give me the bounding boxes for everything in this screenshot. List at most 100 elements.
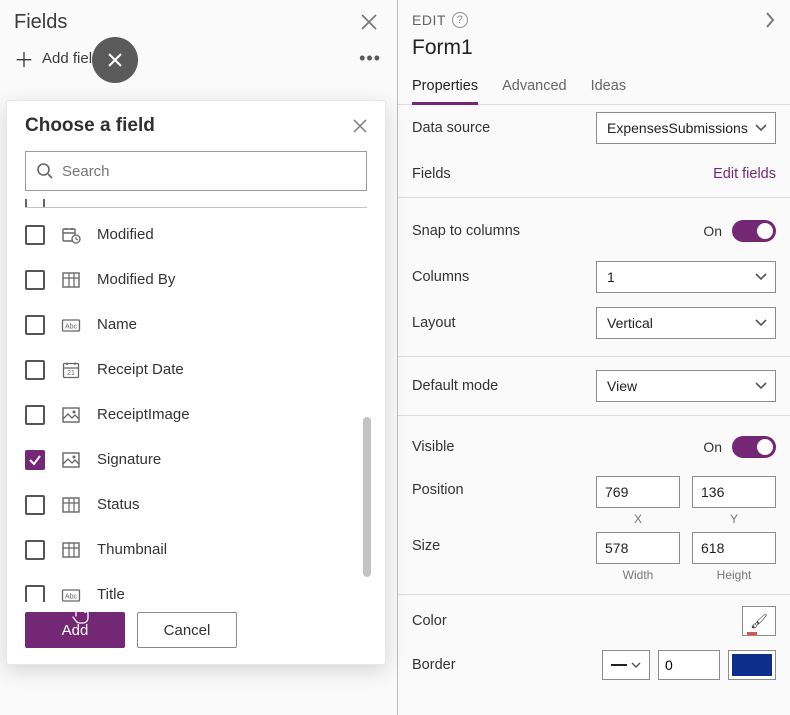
edit-fields-link[interactable]: Edit fields bbox=[713, 166, 776, 182]
chevron-down-icon bbox=[755, 319, 767, 327]
position-y-input[interactable] bbox=[692, 476, 776, 508]
svg-text:21: 21 bbox=[67, 370, 75, 377]
dismiss-overlay-button[interactable] bbox=[92, 37, 138, 83]
add-button-label: Add bbox=[62, 622, 89, 639]
snap-label: Snap to columns bbox=[412, 223, 520, 239]
text-icon: Abc bbox=[61, 315, 81, 335]
search-input[interactable] bbox=[62, 163, 356, 180]
checkbox[interactable] bbox=[25, 360, 45, 380]
add-field-button[interactable]: ＋ Add field bbox=[14, 44, 100, 73]
image-icon bbox=[61, 450, 81, 470]
partial-field-row bbox=[25, 197, 367, 208]
border-label: Border bbox=[412, 657, 456, 673]
choose-field-popup: Choose a field bbox=[6, 100, 386, 665]
cancel-button-label: Cancel bbox=[164, 622, 211, 639]
field-row[interactable]: Modified bbox=[25, 212, 367, 257]
columns-select[interactable]: 1 bbox=[596, 261, 776, 293]
data-source-select[interactable]: ExpensesSubmissions bbox=[596, 112, 776, 144]
close-icon bbox=[353, 119, 367, 133]
chevron-down-icon bbox=[755, 273, 767, 281]
fields-label: Fields bbox=[412, 166, 451, 182]
snap-state: On bbox=[703, 223, 722, 239]
color-picker[interactable]: 🖌 bbox=[742, 606, 776, 636]
form-name: Form1 bbox=[398, 30, 790, 72]
chevron-down-icon bbox=[755, 124, 767, 132]
property-tabs: Properties Advanced Ideas bbox=[398, 72, 790, 105]
svg-text:Abc: Abc bbox=[65, 593, 78, 600]
border-style-select[interactable] bbox=[602, 650, 650, 680]
border-width-input[interactable] bbox=[658, 650, 720, 680]
field-label: Modified bbox=[97, 226, 154, 243]
field-label: Signature bbox=[97, 451, 161, 468]
default-mode-select[interactable]: View bbox=[596, 370, 776, 402]
checkbox[interactable] bbox=[25, 225, 45, 245]
image-icon bbox=[61, 405, 81, 425]
visible-toggle[interactable] bbox=[732, 436, 776, 458]
position-y-sub: Y bbox=[730, 512, 738, 526]
field-row[interactable]: Modified By bbox=[25, 257, 367, 302]
size-label: Size bbox=[412, 532, 440, 554]
default-mode-value: View bbox=[607, 378, 637, 394]
edit-label-text: EDIT bbox=[412, 12, 446, 28]
help-icon[interactable]: ? bbox=[452, 12, 468, 28]
size-height-input[interactable] bbox=[692, 532, 776, 564]
data-source-label: Data source bbox=[412, 120, 490, 136]
svg-text:Abc: Abc bbox=[65, 323, 78, 330]
columns-value: 1 bbox=[607, 269, 615, 285]
tab-properties[interactable]: Properties bbox=[412, 72, 478, 104]
search-icon bbox=[36, 162, 54, 180]
data-source-value: ExpensesSubmissions bbox=[607, 120, 748, 136]
field-label: Modified By bbox=[97, 271, 175, 288]
default-mode-label: Default mode bbox=[412, 378, 498, 394]
close-fields-pane[interactable] bbox=[357, 10, 381, 34]
visible-label: Visible bbox=[412, 439, 454, 455]
checkbox[interactable] bbox=[25, 540, 45, 560]
plus-icon: ＋ bbox=[14, 44, 34, 73]
field-row[interactable]: Abc Title bbox=[25, 572, 367, 602]
fields-title: Fields bbox=[14, 11, 67, 34]
checkbox[interactable] bbox=[25, 270, 45, 290]
checkbox[interactable] bbox=[25, 495, 45, 515]
size-height-sub: Height bbox=[717, 568, 752, 582]
tab-ideas[interactable]: Ideas bbox=[591, 72, 626, 104]
brush-icon: 🖌 bbox=[750, 613, 768, 630]
field-row[interactable]: ReceiptImage bbox=[25, 392, 367, 437]
field-row[interactable]: Status bbox=[25, 482, 367, 527]
size-width-input[interactable] bbox=[596, 532, 680, 564]
field-row[interactable]: Signature bbox=[25, 437, 367, 482]
checkbox[interactable] bbox=[25, 315, 45, 335]
layout-label: Layout bbox=[412, 315, 456, 331]
close-icon bbox=[361, 14, 377, 30]
close-popup-button[interactable] bbox=[353, 119, 367, 133]
date-icon: 21 bbox=[61, 360, 81, 380]
snap-toggle[interactable] bbox=[732, 220, 776, 242]
field-label: Name bbox=[97, 316, 137, 333]
line-icon bbox=[611, 664, 627, 666]
lookup-icon bbox=[61, 270, 81, 290]
cancel-button[interactable]: Cancel bbox=[137, 612, 237, 648]
checkbox[interactable] bbox=[25, 405, 45, 425]
field-row[interactable]: 21 Receipt Date bbox=[25, 347, 367, 392]
layout-select[interactable]: Vertical bbox=[596, 307, 776, 339]
border-color-picker[interactable] bbox=[728, 650, 776, 680]
layout-value: Vertical bbox=[607, 315, 653, 331]
tab-advanced[interactable]: Advanced bbox=[502, 72, 567, 104]
collapse-pane-button[interactable] bbox=[764, 10, 776, 30]
checkbox[interactable] bbox=[25, 585, 45, 603]
add-button[interactable]: Add bbox=[25, 612, 125, 648]
choose-field-title: Choose a field bbox=[25, 115, 155, 137]
field-row[interactable]: Abc Name bbox=[25, 302, 367, 347]
position-label: Position bbox=[412, 476, 464, 498]
field-label: Title bbox=[97, 586, 125, 602]
fields-more-menu[interactable]: ••• bbox=[359, 48, 381, 69]
search-input-wrap[interactable] bbox=[25, 151, 367, 191]
field-label: Thumbnail bbox=[97, 541, 167, 558]
close-icon bbox=[107, 52, 123, 68]
field-row[interactable]: Thumbnail bbox=[25, 527, 367, 572]
checkbox[interactable] bbox=[25, 450, 45, 470]
position-x-input[interactable] bbox=[596, 476, 680, 508]
scrollbar[interactable] bbox=[363, 417, 371, 577]
datetime-icon bbox=[61, 225, 81, 245]
text-icon: Abc bbox=[61, 585, 81, 603]
color-label: Color bbox=[412, 613, 447, 629]
